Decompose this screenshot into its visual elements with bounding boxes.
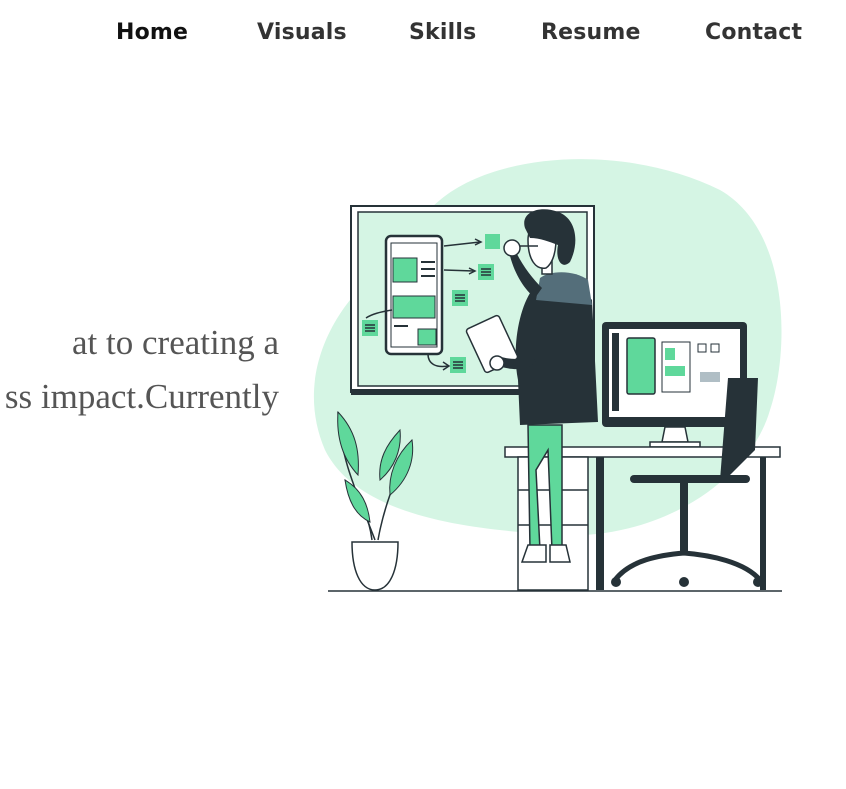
hero-text-line-1: at to creating a <box>72 323 279 362</box>
designer-illustration <box>313 159 782 592</box>
main-nav: Home Visuals Skills Resume Contact <box>0 0 846 70</box>
nav-home-link[interactable]: Home <box>116 20 188 45</box>
nav-skills-link[interactable]: Skills <box>409 20 476 45</box>
nav-contact-link[interactable]: Contact <box>705 20 802 45</box>
nav-resume-link[interactable]: Resume <box>541 20 641 45</box>
hero-text-line-2: ss impact.Currently <box>4 377 279 416</box>
nav-visuals-link[interactable]: Visuals <box>257 20 347 45</box>
hero-description: at to creating a ss impact.Currently <box>0 316 279 426</box>
